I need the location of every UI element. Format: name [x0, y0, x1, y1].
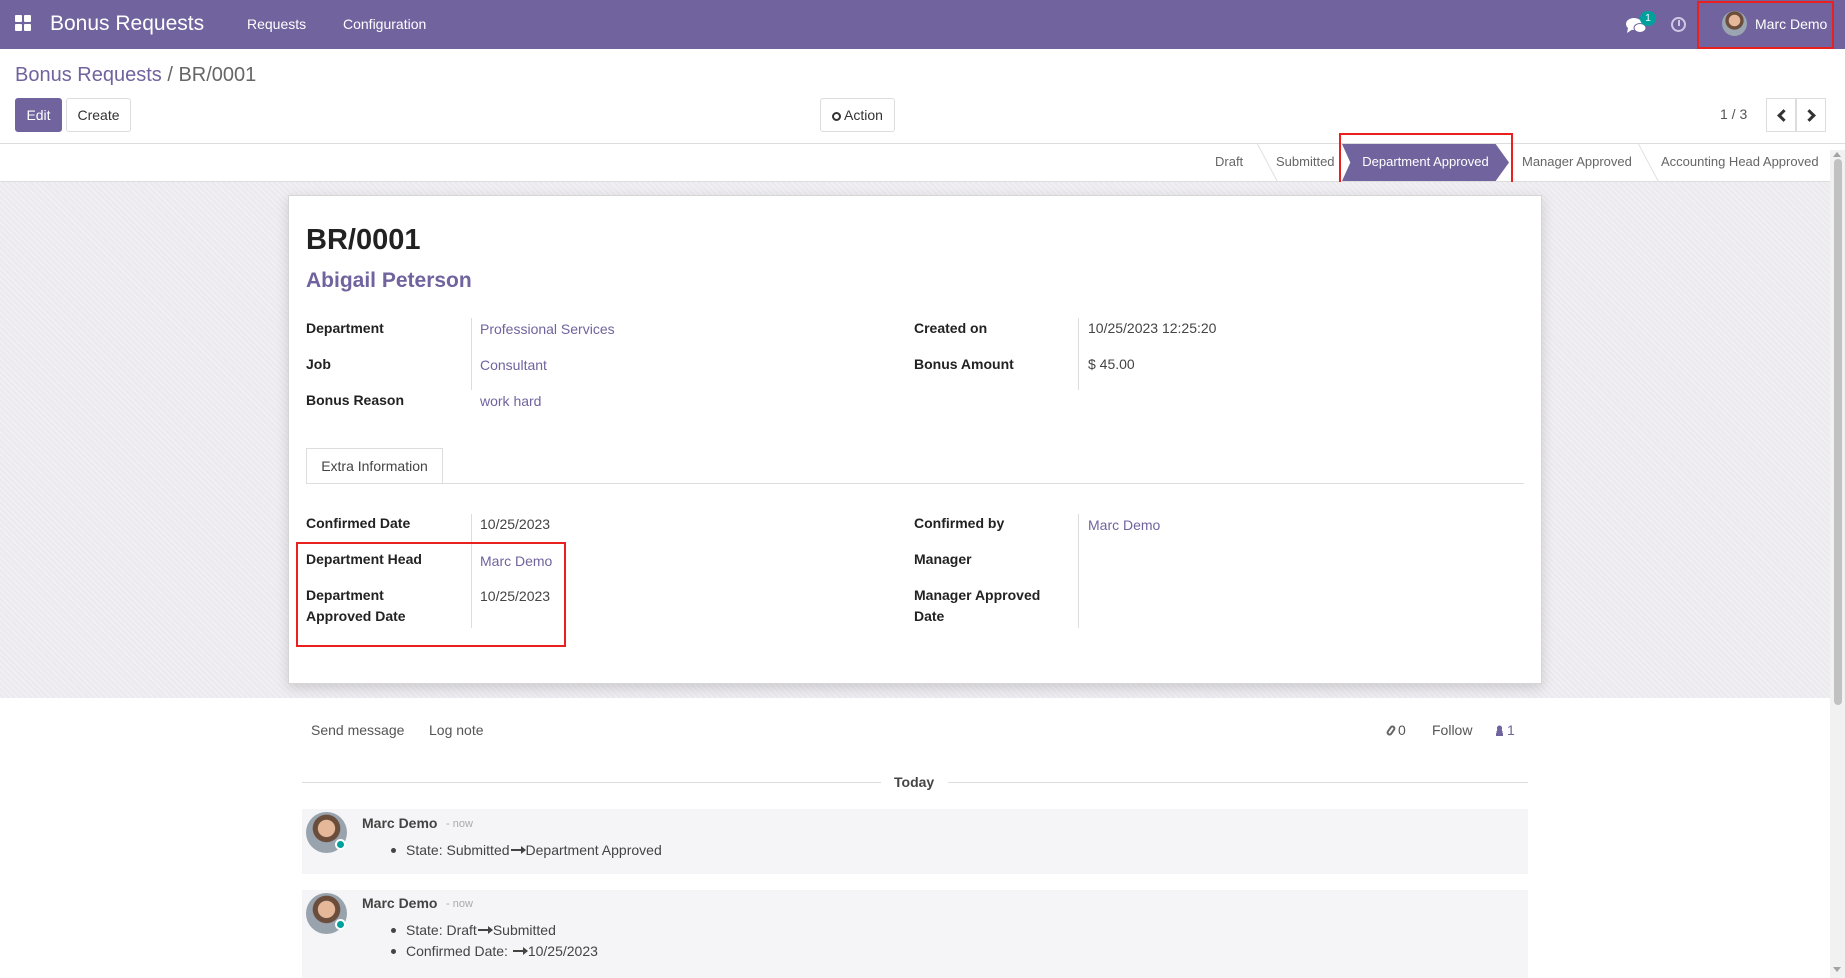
field-value-bonus-reason: work hard	[480, 393, 542, 409]
date-separator-line	[302, 782, 881, 783]
breadcrumb-separator: /	[167, 64, 173, 86]
stage-draft[interactable]: Draft	[1215, 154, 1243, 169]
list-bullet	[391, 928, 396, 933]
record-reference: BR/0001	[306, 224, 421, 256]
message-author[interactable]: Marc Demo	[362, 815, 437, 831]
app-name[interactable]: Bonus Requests	[50, 12, 204, 36]
online-status-icon	[335, 839, 346, 850]
arrow-right-icon	[510, 846, 526, 854]
top-navbar: Bonus Requests Requests Configuration 1 …	[0, 0, 1845, 49]
field-divider	[1078, 318, 1079, 390]
log-note-button[interactable]: Log note	[429, 722, 484, 738]
arrow-right-icon	[512, 947, 528, 955]
field-divider	[471, 318, 472, 390]
paperclip-icon	[1385, 724, 1397, 737]
field-value-job[interactable]: Consultant	[480, 357, 547, 373]
tab-border	[306, 483, 1524, 484]
message-author[interactable]: Marc Demo	[362, 895, 437, 911]
highlight-box-department-head	[296, 542, 566, 647]
field-label-manager-approved-date-line1: Manager Approved	[914, 587, 1041, 603]
field-value-bonus-amount: $ 45.00	[1088, 356, 1135, 372]
tab-extra-information[interactable]: Extra Information	[306, 448, 443, 484]
message-tracking-line: State: Draft Submitted	[406, 922, 556, 938]
action-button[interactable]: Action	[820, 98, 895, 132]
list-bullet	[391, 949, 396, 954]
date-separator-today: Today	[894, 774, 935, 790]
menu-requests[interactable]: Requests	[247, 16, 306, 32]
activity-clock-icon[interactable]	[1671, 17, 1686, 32]
statusbar-border-top	[0, 143, 1845, 144]
field-label-department: Department	[306, 320, 384, 336]
chevron-left-icon	[1777, 109, 1790, 122]
pager-next-button[interactable]	[1796, 98, 1826, 132]
tracking-old-value: Draft	[446, 922, 477, 938]
message-time: - now	[446, 898, 473, 910]
follow-button[interactable]: Follow	[1432, 722, 1472, 738]
stage-accounting-head-approved[interactable]: Accounting Head Approved	[1661, 154, 1819, 169]
send-message-button[interactable]: Send message	[311, 722, 404, 738]
person-icon	[1495, 725, 1504, 736]
breadcrumb-current: BR/0001	[178, 64, 257, 86]
field-label-bonus-amount: Bonus Amount	[914, 356, 1014, 372]
list-bullet	[391, 848, 396, 853]
message-tracking-line: State: Submitted Department Approved	[406, 842, 662, 858]
breadcrumb-parent[interactable]: Bonus Requests	[15, 64, 162, 86]
field-value-created-on: 10/25/2023 12:25:20	[1088, 320, 1217, 336]
field-label-bonus-reason: Bonus Reason	[306, 392, 405, 408]
employee-name[interactable]: Abigail Peterson	[306, 269, 472, 293]
date-separator-line	[948, 782, 1528, 783]
tracking-new-value: Department Approved	[525, 842, 662, 858]
tracking-old-value: Submitted	[446, 842, 510, 858]
gear-icon	[832, 112, 842, 121]
breadcrumb: Bonus Requests / BR/0001	[15, 64, 256, 87]
create-button[interactable]: Create	[66, 98, 131, 132]
field-label-created-on: Created on	[914, 320, 988, 336]
attachments-count: 0	[1398, 722, 1406, 738]
tracking-new-value: Submitted	[492, 922, 556, 938]
tracking-field: State:	[406, 842, 443, 858]
menu-configuration[interactable]: Configuration	[343, 16, 426, 32]
field-divider	[1078, 514, 1079, 628]
apps-menu-icon[interactable]	[15, 15, 33, 31]
pager-previous-button[interactable]	[1766, 98, 1796, 132]
scroll-up-arrow-icon[interactable]	[1833, 152, 1841, 157]
stage-submitted[interactable]: Submitted	[1276, 154, 1335, 169]
field-value-department[interactable]: Professional Services	[480, 321, 615, 337]
attachments-button[interactable]: 0	[1385, 722, 1406, 738]
chevron-right-icon	[1803, 109, 1816, 122]
online-status-icon	[335, 919, 346, 930]
arrow-right-icon	[477, 926, 493, 934]
action-label: Action	[844, 107, 883, 123]
chat-count-badge: 1	[1640, 11, 1656, 26]
field-label-manager-approved-date-line2: Date	[914, 608, 945, 624]
tracking-field: Confirmed Date:	[406, 943, 508, 959]
highlight-box-user	[1697, 1, 1834, 49]
field-value-confirmed-by[interactable]: Marc Demo	[1088, 517, 1160, 533]
tracking-new-value: 10/25/2023	[527, 943, 598, 959]
message-tracking-line: Confirmed Date: 10/25/2023	[406, 943, 598, 959]
field-label-job: Job	[306, 356, 331, 372]
tracking-field: State:	[406, 922, 443, 938]
pager-counter[interactable]: 1 / 3	[1720, 106, 1747, 122]
followers-count: 1	[1507, 722, 1515, 738]
scrollbar-thumb[interactable]	[1834, 159, 1842, 705]
stage-separator	[1246, 144, 1278, 181]
followers-button[interactable]: 1	[1495, 722, 1515, 738]
field-label-confirmed-date: Confirmed Date	[306, 515, 411, 531]
scroll-down-arrow-icon[interactable]	[1833, 967, 1841, 972]
field-label-manager: Manager	[914, 551, 972, 567]
stage-manager-approved[interactable]: Manager Approved	[1522, 154, 1632, 169]
field-label-confirmed-by: Confirmed by	[914, 515, 1005, 531]
edit-button[interactable]: Edit	[15, 98, 62, 132]
message-time: - now	[446, 818, 473, 830]
field-value-confirmed-date: 10/25/2023	[480, 516, 551, 532]
